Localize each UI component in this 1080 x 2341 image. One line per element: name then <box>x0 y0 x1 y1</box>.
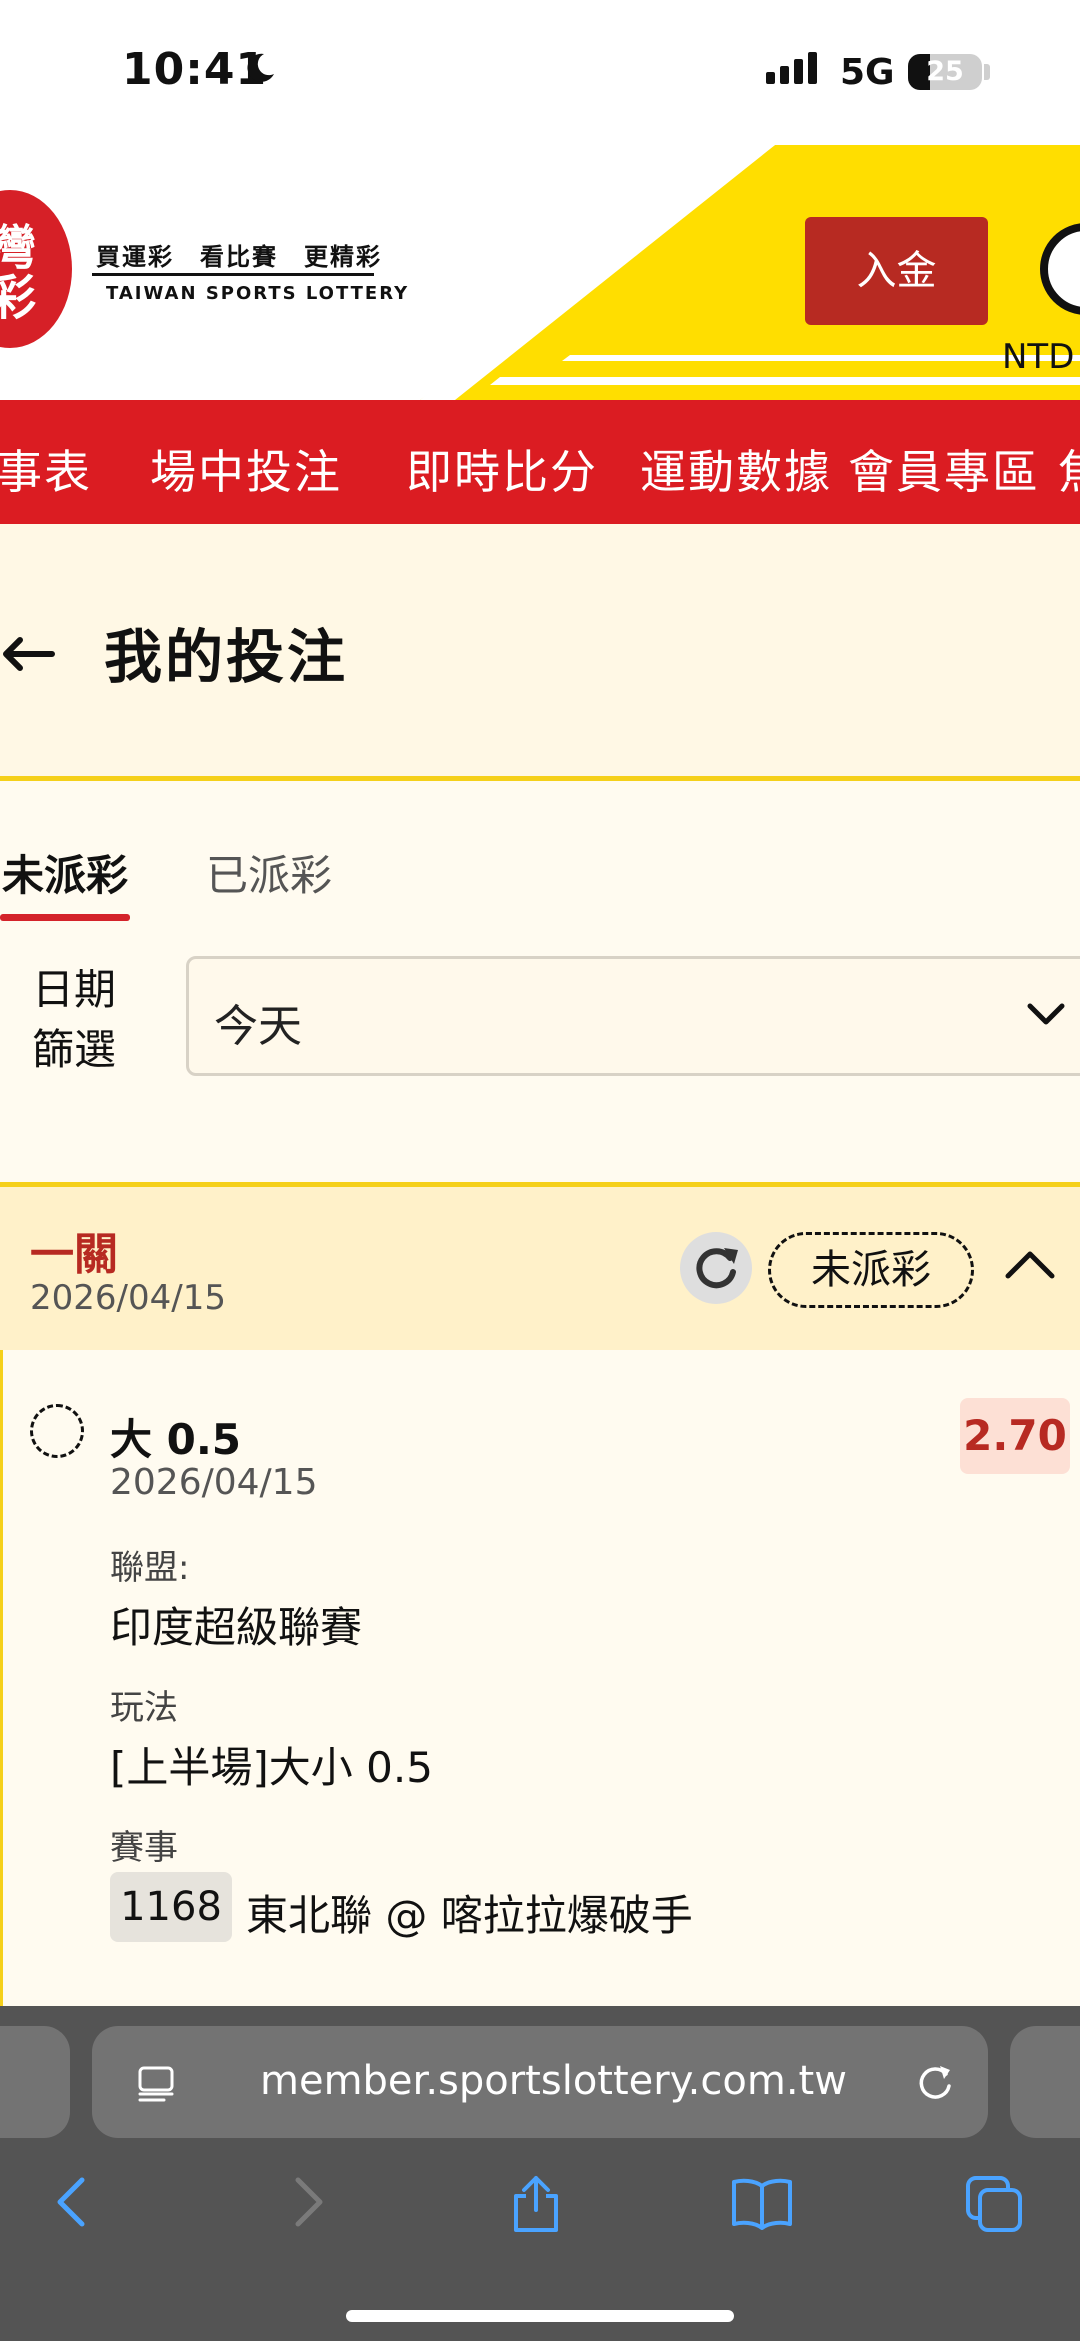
share-icon[interactable] <box>508 2174 564 2234</box>
match-name: 東北聯 @ 喀拉拉爆破手 <box>246 1891 693 1940</box>
bet-selection: 大 0.5 <box>110 1415 242 1464</box>
forward-icon[interactable] <box>286 2174 330 2230</box>
slogan: 買運彩 看比賽 更精彩 <box>96 243 382 271</box>
tab-unsettled[interactable]: 未派彩 <box>2 842 128 903</box>
date-filter-label: 日期 篩選 <box>32 960 116 1080</box>
nav-item-schedule[interactable]: 事表 <box>0 436 92 502</box>
brand-name: TAIWAN SPORTS LOTTERY <box>106 283 410 304</box>
home-indicator <box>346 2310 734 2322</box>
bet-date: 2026/04/15 <box>30 1278 226 1318</box>
slogan-divider <box>92 273 374 276</box>
battery-tip <box>984 64 990 80</box>
tabs-icon[interactable] <box>964 2174 1024 2234</box>
date-filter-value: 今天 <box>214 1001 302 1052</box>
currency-label: NTD <box>1002 337 1075 377</box>
logo-text: 灣彩 <box>0 220 37 326</box>
back-icon[interactable] <box>50 2174 94 2230</box>
battery-percent: 25 <box>926 56 964 87</box>
bookmarks-icon[interactable] <box>730 2174 794 2230</box>
date-filter-label-line1: 日期 <box>32 965 117 1014</box>
nav-item-live-betting[interactable]: 場中投注 <box>150 436 342 502</box>
odds-badge: 2.70 <box>960 1398 1070 1474</box>
pending-status-icon <box>30 1404 84 1458</box>
match-label: 賽事 <box>110 1828 178 1868</box>
network-type: 5G <box>840 52 895 93</box>
refresh-button[interactable] <box>680 1232 752 1304</box>
match-id-badge: 1168 <box>110 1872 232 1942</box>
page-title-bar: 我的投注 <box>0 524 1080 781</box>
nav-item-sports-data[interactable]: 運動數據 <box>640 436 832 502</box>
nav-item-more[interactable]: 焦 <box>1058 436 1080 502</box>
page-title: 我的投注 <box>104 623 349 691</box>
deposit-button[interactable]: 入金 <box>805 217 988 325</box>
next-tab-stub[interactable] <box>1010 2026 1080 2138</box>
bet-type: 一關 <box>30 1229 118 1280</box>
main-nav: 事表 場中投注 即時比分 運動數據 會員專區 焦 <box>0 400 1080 524</box>
moon-icon <box>247 53 274 82</box>
league-label: 聯盟: <box>110 1548 190 1588</box>
nav-item-member[interactable]: 會員專區 <box>848 436 1040 502</box>
date-filter-label-line2: 篩選 <box>32 1025 117 1074</box>
reload-icon[interactable] <box>912 2060 958 2106</box>
previous-tab-stub[interactable] <box>0 2026 70 2138</box>
tab-settled[interactable]: 已派彩 <box>206 842 332 903</box>
market-label: 玩法 <box>110 1688 178 1728</box>
market-value: [上半場]大小 0.5 <box>110 1743 433 1792</box>
chevron-down-icon <box>1027 1003 1065 1025</box>
refresh-icon <box>696 1248 738 1289</box>
status-badge: 未派彩 <box>768 1232 974 1308</box>
signal-icon <box>766 52 822 84</box>
url-text[interactable]: member.sportslottery.com.tw <box>260 2058 847 2104</box>
site-header: 灣彩 買運彩 看比賽 更精彩 TAIWAN SPORTS LOTTERY 入金 … <box>0 145 1080 400</box>
date-filter-select[interactable] <box>186 956 1080 1076</box>
page-menu-icon[interactable] <box>136 2064 176 2104</box>
active-tab-indicator <box>0 914 130 921</box>
chevron-up-icon[interactable] <box>1004 1248 1056 1280</box>
league-value: 印度超級聯賽 <box>110 1603 363 1652</box>
back-arrow-icon[interactable] <box>0 634 60 674</box>
selection-date: 2026/04/15 <box>110 1462 318 1503</box>
nav-item-live-scores[interactable]: 即時比分 <box>406 436 598 502</box>
